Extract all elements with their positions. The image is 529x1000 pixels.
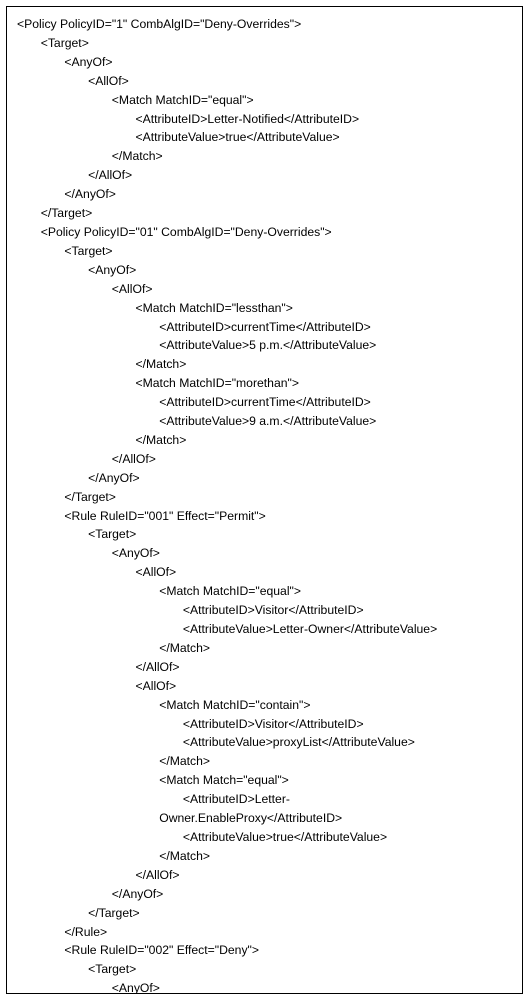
code-document: <Policy PolicyID="1" CombAlgID="Deny-Ove… (6, 6, 523, 994)
xml-code-block: <Policy PolicyID="1" CombAlgID="Deny-Ove… (17, 15, 512, 994)
